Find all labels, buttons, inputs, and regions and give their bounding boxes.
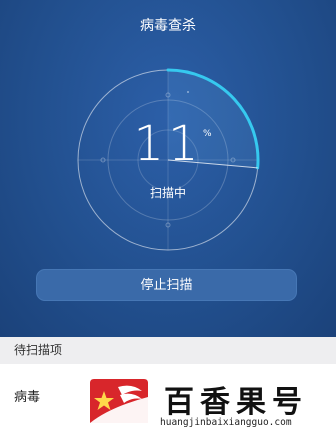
scan-status-label: 扫描中 xyxy=(149,186,186,200)
pending-section-header: 待扫描项 xyxy=(0,337,336,364)
scan-panel: 病毒查杀 11 % 扫描中 停止扫描 xyxy=(0,0,336,337)
watermark-brand-text: 百香果号 xyxy=(164,385,308,420)
stop-scan-button[interactable]: 停止扫描 xyxy=(36,269,297,301)
watermark-site-text: huangjinbaixiangguo.com xyxy=(160,417,292,428)
pending-item-label: 病毒 xyxy=(14,390,41,405)
watermark: 百香果号 huangjinbaixiangguo.com xyxy=(88,375,328,430)
progress-percent-sign: % xyxy=(203,129,212,139)
brand-logo-icon xyxy=(90,379,148,423)
progress-value: 11 xyxy=(133,116,203,172)
